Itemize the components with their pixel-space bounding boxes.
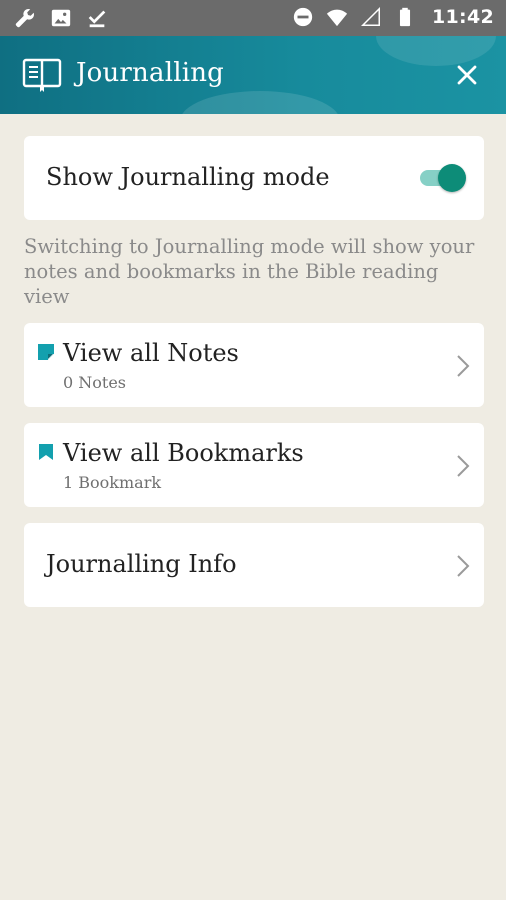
bookmarks-title: View all Bookmarks — [63, 439, 304, 467]
status-bar: 11:42 — [0, 0, 506, 36]
status-left-icons — [14, 7, 108, 29]
notes-title: View all Notes — [63, 339, 239, 367]
journalling-mode-label: Show Journalling mode — [46, 163, 330, 191]
app-bar: Journalling — [0, 36, 506, 114]
close-icon[interactable] — [454, 62, 480, 88]
journalling-mode-toggle[interactable] — [418, 164, 466, 192]
download-done-icon — [88, 10, 106, 28]
view-all-notes-item[interactable]: View all Notes 0 Notes — [24, 323, 484, 407]
do-not-disturb-icon — [293, 7, 313, 27]
chevron-right-icon — [457, 455, 470, 477]
page-title: Journalling — [76, 58, 225, 88]
image-icon — [51, 9, 71, 27]
status-right-icons: 11:42 — [292, 6, 494, 28]
status-time: 11:42 — [432, 6, 494, 28]
notes-count: 0 Notes — [63, 373, 127, 392]
journalling-mode-card: Show Journalling mode — [24, 136, 484, 220]
journalling-hint-text: Switching to Journalling mode will show … — [24, 235, 475, 308]
journalling-info-item[interactable]: Journalling Info — [24, 523, 484, 607]
bookmarks-count: 1 Bookmark — [63, 473, 162, 492]
bookmark-icon — [39, 444, 53, 460]
view-all-bookmarks-item[interactable]: View all Bookmarks 1 Bookmark — [24, 423, 484, 507]
note-icon — [38, 344, 54, 360]
chevron-right-icon — [457, 555, 470, 577]
battery-icon — [399, 7, 411, 27]
journal-icon — [22, 58, 62, 92]
journalling-info-title: Journalling Info — [46, 550, 237, 578]
chevron-right-icon — [457, 355, 470, 377]
toggle-thumb — [438, 164, 466, 192]
wifi-icon — [326, 9, 348, 27]
wrench-icon — [15, 9, 34, 28]
signal-icon — [360, 6, 380, 26]
